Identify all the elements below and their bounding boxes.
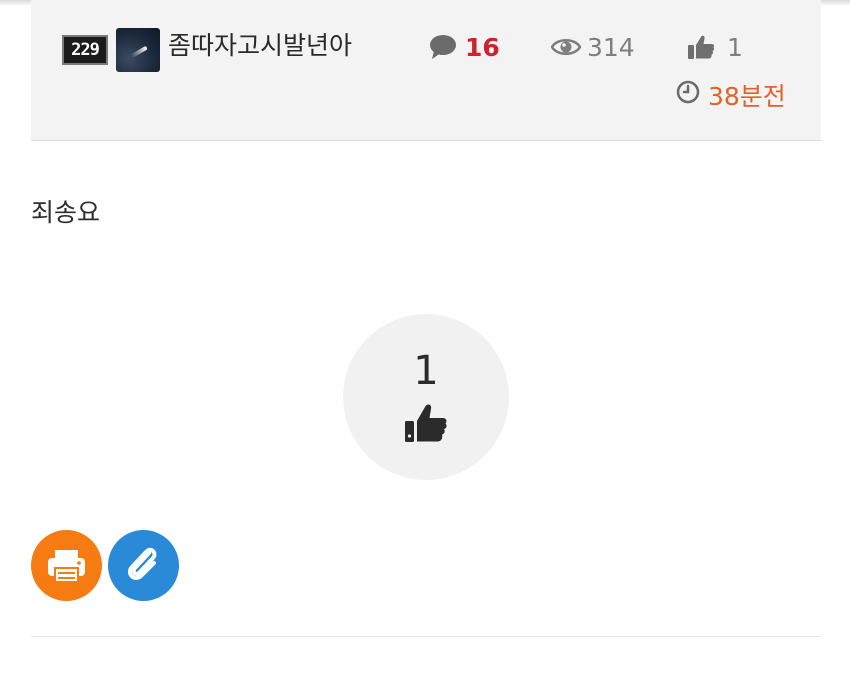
recommend-count: 1: [413, 348, 439, 394]
view-count: 314: [587, 32, 635, 62]
post-header: 229 좀따자고시발년아 16 314 1 38분전: [31, 0, 821, 141]
recommend-button[interactable]: 1: [343, 314, 509, 480]
like-count: 1: [727, 32, 743, 62]
comment-count-stat[interactable]: 16: [429, 30, 500, 64]
level-badge: 229: [62, 35, 108, 65]
thumbs-up-icon: [403, 402, 449, 448]
attach-button[interactable]: [108, 530, 179, 601]
comment-count: 16: [465, 32, 500, 62]
avatar[interactable]: [116, 28, 160, 72]
post-body: 죄송요: [31, 198, 101, 227]
comment-icon: [429, 34, 457, 60]
avatar-image-detail: [130, 45, 148, 59]
eye-icon: [551, 36, 581, 58]
view-count-stat: 314: [551, 30, 635, 64]
author-username[interactable]: 좀따자고시발년아: [168, 28, 352, 64]
clock-icon: [676, 80, 700, 110]
post-time-stat: 38분전: [676, 78, 786, 112]
thumbs-up-icon: [687, 34, 715, 60]
divider: [31, 636, 821, 637]
like-count-stat: 1: [687, 30, 743, 64]
print-button[interactable]: [31, 530, 102, 601]
time-ago: 38분전: [708, 82, 786, 111]
